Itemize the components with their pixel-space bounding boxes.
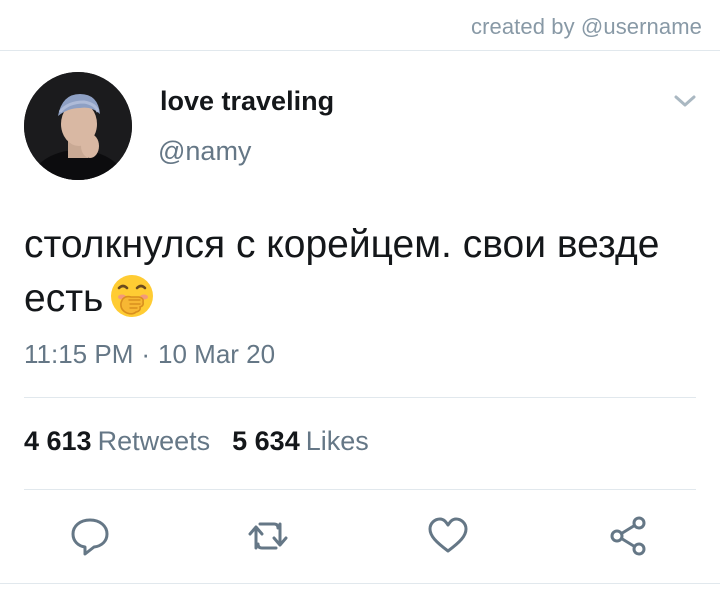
like-button[interactable] <box>426 514 470 558</box>
reply-button[interactable] <box>68 514 112 558</box>
tweet-text: столкнулся с корейцем. свои везде есть <box>24 218 704 326</box>
likes-count: 5 634 <box>232 426 300 456</box>
stats-top-divider <box>24 397 696 398</box>
retweets-label: Retweets <box>97 426 211 456</box>
bottom-divider <box>0 583 720 584</box>
reply-icon <box>71 518 109 556</box>
face-with-hand-over-mouth-icon <box>109 273 155 319</box>
chevron-down-icon[interactable] <box>672 92 698 110</box>
share-button[interactable] <box>606 514 650 558</box>
tweet-date: 10 Mar 20 <box>158 339 276 369</box>
display-name[interactable]: love traveling <box>160 86 334 117</box>
watermark-text: created by @username <box>470 14 702 39</box>
retweets-stat[interactable]: 4 613 Retweets <box>24 426 210 456</box>
avatar[interactable] <box>24 72 132 180</box>
avatar-photo-icon <box>24 72 132 180</box>
engagement-stats: 4 613 Retweets 5 634 Likes <box>24 426 369 457</box>
top-divider <box>0 50 720 51</box>
tweet-time: 11:15 PM <box>24 339 134 369</box>
timestamp-separator: · <box>141 339 151 369</box>
tweet-timestamp[interactable]: 11:15 PM · 10 Mar 20 <box>24 339 275 370</box>
likes-label: Likes <box>305 426 369 456</box>
heart-icon <box>428 517 468 553</box>
retweets-count: 4 613 <box>24 426 92 456</box>
user-handle[interactable]: @namy <box>158 136 251 167</box>
share-icon <box>610 516 646 556</box>
likes-stat[interactable]: 5 634 Likes <box>232 426 369 456</box>
stats-bottom-divider <box>24 489 696 490</box>
retweet-icon <box>248 522 288 550</box>
retweet-button[interactable] <box>246 514 290 558</box>
